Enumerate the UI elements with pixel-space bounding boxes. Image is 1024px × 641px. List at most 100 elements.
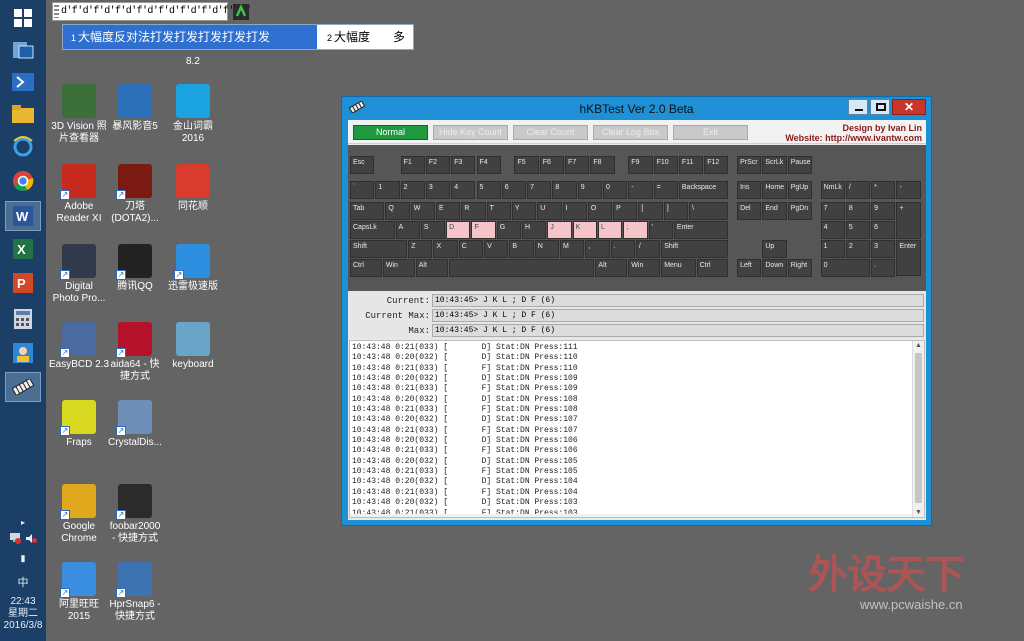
ime-candidate-2[interactable]: 2 大幅度 [319,25,389,49]
key: F12 [704,156,729,174]
server-manager-icon[interactable] [5,35,41,65]
excel-icon[interactable]: X [5,234,41,264]
start-windows-icon[interactable] [5,3,41,33]
key: A [395,221,420,239]
key: 6 [871,221,896,239]
app-icon: ↗ [116,244,152,280]
log-horizontal-scrollbar[interactable] [350,514,912,517]
desktop-icon[interactable]: ↗ Adobe Reader XI [48,164,110,225]
svg-text:P: P [17,276,26,291]
virtual-keyboard: Esc F1 F2 F3 F4 F5 F6 F7 F8 F9 F10 F11 F12 PrScr ScrLk… [348,145,926,291]
log-vertical-scrollbar[interactable]: ▲ ▼ [912,341,924,517]
desktop-icon[interactable]: ↗ 腾讯QQ [104,244,166,293]
key: K [572,221,597,239]
key: D [446,221,471,239]
desktop-icon[interactable]: ↗ 阿里旺旺 2015 [48,562,110,623]
key: Enter [896,240,921,276]
app-icon [176,84,210,118]
ime-candidate-1[interactable]: 1 大幅度反对法打发打发打发打发打发 [63,25,317,49]
desktop-icon[interactable]: ↗ foobar2000 - 快捷方式 [104,484,166,545]
desktop-icon[interactable]: ↗ HprSnap6 - 快捷方式 [104,562,166,623]
desktop-icon[interactable]: ↗ 刀塔 (DOTA2)... [104,164,166,225]
user-accounts-icon[interactable] [5,338,41,368]
desktop-icon[interactable]: ↗ Digital Photo Pro... [48,244,110,305]
hide-key-count-button[interactable]: Hide Key Count [433,125,508,140]
desktop-icon-label: 金山词霸 2016 [173,121,213,144]
key: . [871,259,896,277]
tray-expand-icon[interactable]: ▸ [0,518,46,527]
desktop-icon-label: keyboard [172,359,214,370]
ime-logo-icon[interactable] [233,3,249,25]
desktop-icon[interactable]: 3D Vision 照 片查看器 [48,84,110,145]
key: L [597,221,623,239]
watermark: 外设天下 www.pcwaishe.cn [808,542,1020,618]
desktop-icon[interactable]: ↗ CrystalDis... [104,400,166,449]
file-explorer-icon[interactable] [5,99,41,129]
readout-max-label: Max: [408,326,430,336]
desktop-icon-label: 同花顺 [178,201,208,212]
readout-current-max-label: Current Max: [365,311,430,321]
key: E [436,202,461,220]
desktop-icon[interactable]: keyboard [162,322,224,371]
credit-website[interactable]: Website: http://www.ivantw.com [785,133,922,143]
calculator-icon[interactable] [5,304,41,334]
desktop-icon[interactable]: 同花顺 [162,164,224,213]
hkbtest-window: hKBTest Ver 2.0 Beta ✕ Normal Hide Key C… [341,96,932,526]
scroll-up-icon[interactable]: ▲ [915,342,922,349]
app-icon: ↗ [60,562,96,598]
credit-design: Design by Ivan Lin [842,123,922,133]
desktop-icon[interactable]: ↗ Fraps [48,400,110,449]
log-box[interactable]: 10:43:48 0:21(033) [ D] Stat:DN Press:11… [349,340,925,518]
desktop-icon[interactable]: ↗ Google Chrome [48,484,110,545]
minimize-button[interactable] [848,99,868,115]
shortcut-arrow-icon: ↗ [60,588,70,598]
scroll-down-icon[interactable]: ▼ [915,509,922,516]
ime-candidate-3[interactable]: 多发 [385,25,415,49]
clear-log-box-button[interactable]: Clear Log Box [593,125,668,140]
powerpoint-icon[interactable]: P [5,268,41,298]
desktop-icon-label-partial: 8.2 [186,56,200,67]
desktop-icon[interactable]: ↗ aida64 - 快 捷方式 [104,322,166,383]
key: 3 [425,181,451,199]
volume-icon[interactable] [25,533,37,546]
network-icon[interactable] [9,533,21,546]
normal-button[interactable]: Normal [353,125,428,140]
window-titlebar[interactable]: hKBTest Ver 2.0 Beta ✕ [342,97,931,120]
shortcut-arrow-icon: ↗ [60,270,70,280]
ime-drag-handle[interactable] [54,5,59,18]
clear-count-button[interactable]: Clear Count [513,125,588,140]
key: 9 [577,181,602,199]
key: 2 [845,240,871,258]
key: Up [762,240,787,258]
app-icon: ↗ [116,484,152,520]
app-icon: ↗ [174,244,210,280]
scroll-thumb[interactable] [915,353,922,503]
maximize-button[interactable] [870,99,890,115]
chrome-icon[interactable] [5,166,41,196]
app-icon: ↗ [60,244,96,280]
key: 7 [820,202,845,220]
app-icon: ↗ [116,164,152,200]
candidate-number: 1 [71,33,77,43]
ime-language-indicator[interactable]: 中 [0,574,46,590]
desktop-icon[interactable]: ↗ 迅雷极速版 [162,244,224,293]
desktop-icon[interactable]: ↗ EasyBCD 2.3 [48,322,110,371]
key: I [562,202,587,220]
ime-composition-window[interactable]: d'f'd'f'd'f'd'f'd'f'd'f'd'f'd'f'd'f [52,2,251,21]
log-line: 10:43:48 0:21(033) [ D] Stat:DN Press:11… [352,343,578,352]
readout-current-max-value: 10:43:45> J K L ; D F (6) [432,309,924,322]
desktop-icon[interactable]: 金山词霸 2016 [162,84,224,145]
hkbtest-taskbar-icon[interactable] [5,372,41,402]
desktop-icon-label: 迅雷极速版 [168,281,218,292]
internet-explorer-icon[interactable] [5,131,41,161]
tray-clock[interactable]: 22:43 星期二 2016/3/8 [0,596,46,632]
flag-icon[interactable]: ▮ [0,553,46,564]
close-button[interactable]: ✕ [892,99,926,115]
key: 0 [820,259,871,277]
key: Home [762,181,787,199]
exit-button[interactable]: Exit [673,125,748,140]
app-icon: ↗ [60,484,96,520]
word-icon[interactable]: W [5,201,41,231]
desktop-icon[interactable]: 暴风影音5 [104,84,166,133]
powershell-icon[interactable] [5,67,41,97]
